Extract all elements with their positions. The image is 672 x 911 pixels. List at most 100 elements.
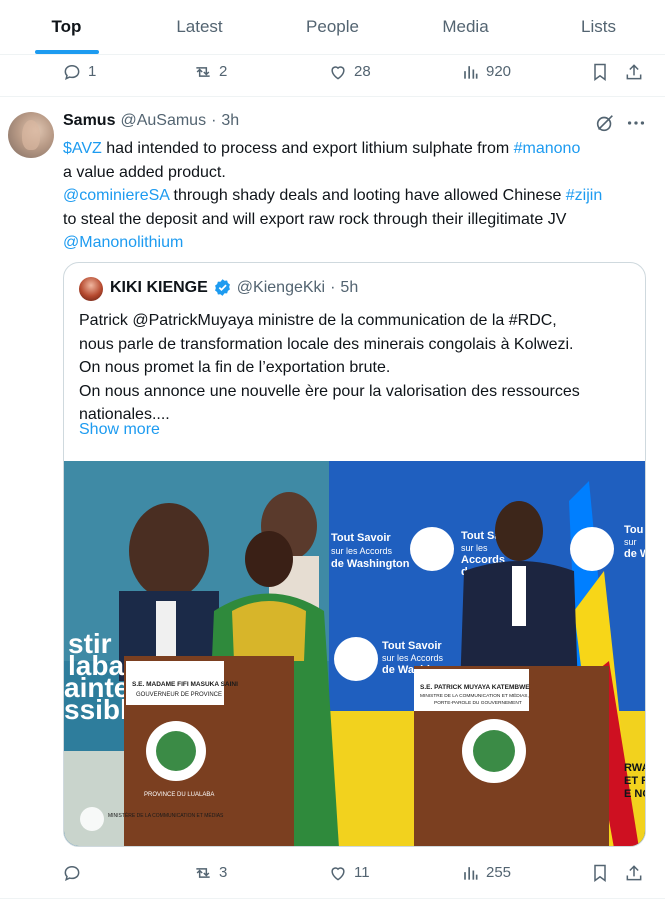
author-name[interactable]: Samus bbox=[63, 112, 115, 130]
tweet-text: $AVZ had intended to process and export … bbox=[63, 137, 653, 255]
prev-bookmark-button[interactable] bbox=[590, 62, 610, 82]
more-options-icon[interactable] bbox=[625, 112, 647, 134]
banner-text: Tout Savoir bbox=[382, 640, 442, 652]
show-more-link[interactable]: Show more bbox=[79, 421, 160, 439]
quoted-time[interactable]: 5h bbox=[340, 279, 358, 297]
quoted-header: KIKI KIENGE @KiengeKki · 5h bbox=[110, 278, 358, 297]
views-button[interactable]: 255 bbox=[460, 863, 511, 883]
prev-like-count: 28 bbox=[354, 63, 371, 80]
podium-left-label: GOUVERNEUR DE PROVINCE bbox=[136, 692, 222, 698]
bookmark-icon bbox=[594, 864, 606, 882]
views-icon bbox=[464, 867, 478, 880]
right-edge-text: E NOU bbox=[624, 788, 646, 800]
reply-button[interactable] bbox=[62, 863, 88, 883]
quoted-text-line: Patrick @PatrickMuyaya ministre de la co… bbox=[79, 312, 557, 329]
banner-text: Tout Savoir bbox=[331, 532, 391, 544]
header-separator: · bbox=[211, 112, 217, 129]
tweet-text-line3: through shady deals and looting have all… bbox=[169, 187, 566, 204]
prev-reply-button[interactable]: 1 bbox=[62, 62, 96, 82]
quoted-author-avatar[interactable] bbox=[79, 277, 103, 301]
press-conference-photo: stir laba ainte ssible Tout Savoir sur l… bbox=[64, 461, 646, 846]
tweet-text-line2: a value added product. bbox=[63, 163, 226, 181]
repost-button[interactable]: 3 bbox=[193, 863, 227, 883]
banner-text: Tou bbox=[624, 524, 643, 536]
share-icon bbox=[626, 865, 642, 881]
quoted-separator: · bbox=[330, 278, 336, 296]
repost-icon bbox=[196, 868, 210, 878]
tab-lists[interactable]: Lists bbox=[532, 0, 665, 54]
podium-left-label: S.E. MADAME FIFI MASUKA SAINI bbox=[132, 681, 238, 688]
repost-count: 3 bbox=[219, 864, 228, 881]
timeline-tabs: Top Latest People Media Lists bbox=[0, 0, 665, 55]
prev-share-button[interactable] bbox=[624, 62, 644, 82]
prev-repost-button[interactable]: 2 bbox=[193, 62, 227, 82]
tab-people[interactable]: People bbox=[266, 0, 399, 54]
prev-tweet-actions: 1 2 28 920 bbox=[62, 61, 652, 83]
banner-text: de W bbox=[624, 548, 646, 560]
quoted-author-name[interactable]: KIKI KIENGE bbox=[110, 279, 208, 297]
mention-cominieresa[interactable]: @cominiereSA bbox=[63, 187, 169, 204]
author-handle[interactable]: @AuSamus bbox=[120, 112, 206, 130]
podium-right-label: PORTE-PAROLE DU GOUVERNEMENT bbox=[434, 700, 522, 706]
share-button[interactable] bbox=[624, 863, 644, 883]
like-count: 11 bbox=[354, 864, 370, 881]
reply-icon bbox=[64, 64, 80, 81]
tweet-header: Samus @AuSamus · 3h bbox=[63, 112, 239, 130]
cashtag-avz[interactable]: $AVZ bbox=[63, 140, 102, 157]
prev-like-button[interactable]: 28 bbox=[328, 62, 371, 82]
bookmark-button[interactable] bbox=[590, 863, 610, 883]
hashtag-zijin[interactable]: #zijin bbox=[566, 187, 602, 204]
quoted-text-line: On nous promet la fin de l’exportation b… bbox=[79, 359, 391, 376]
seal-text: PROVINCE DU LUALABA bbox=[144, 792, 214, 798]
verified-badge-icon bbox=[214, 279, 230, 296]
banner-text: sur les bbox=[461, 543, 488, 553]
quoted-tweet[interactable]: KIKI KIENGE @KiengeKki · 5h Patrick @Pat… bbox=[63, 262, 646, 847]
prev-views-count: 920 bbox=[486, 63, 512, 80]
mention-manonolithium[interactable]: @Manonolithium bbox=[63, 234, 183, 251]
share-icon bbox=[626, 64, 642, 80]
tab-people-label: People bbox=[306, 17, 359, 36]
banner-text: sur les Accords bbox=[331, 546, 393, 556]
prev-repost-count: 2 bbox=[219, 63, 228, 80]
author-avatar[interactable] bbox=[8, 112, 54, 158]
grok-icon[interactable] bbox=[594, 112, 616, 134]
right-edge-text: RWA bbox=[624, 762, 646, 774]
tab-top[interactable]: Top bbox=[0, 0, 133, 54]
views-icon bbox=[464, 66, 478, 79]
tab-media[interactable]: Media bbox=[399, 0, 532, 54]
heart-icon bbox=[331, 867, 345, 881]
podium-right-label: MINISTRE DE LA COMMUNICATION ET MÉDIAS, bbox=[420, 692, 529, 699]
like-button[interactable]: 11 bbox=[328, 863, 370, 883]
tweet-actions: 3 11 255 bbox=[62, 862, 652, 884]
tweet-time[interactable]: 3h bbox=[221, 112, 239, 130]
tweet-text-line1: had intended to process and export lithi… bbox=[101, 140, 514, 157]
quoted-author-handle[interactable]: @KiengeKki bbox=[237, 279, 325, 297]
quoted-text: Patrick @PatrickMuyaya ministre de la co… bbox=[79, 309, 634, 427]
tab-media-label: Media bbox=[442, 17, 489, 36]
banner-text: sur les Accords bbox=[382, 653, 444, 663]
banner-text: sur bbox=[624, 537, 637, 547]
prev-reply-count: 1 bbox=[88, 63, 97, 80]
active-tab-indicator bbox=[34, 50, 99, 54]
quoted-text-line: nous parle de transformation locale des … bbox=[79, 335, 574, 353]
quoted-text-line: nationales.... bbox=[79, 406, 170, 423]
quoted-text-line: On nous annonce une nouvelle ère pour la… bbox=[79, 382, 580, 400]
bookmark-icon bbox=[594, 63, 606, 81]
right-edge-text: ET RÉ bbox=[624, 774, 646, 787]
quoted-photo[interactable]: stir laba ainte ssible Tout Savoir sur l… bbox=[64, 461, 646, 846]
tweet-text-line4: to steal the deposit and will export raw… bbox=[63, 210, 567, 228]
heart-icon bbox=[331, 66, 345, 80]
views-count: 255 bbox=[486, 864, 512, 881]
tab-top-label: Top bbox=[51, 17, 82, 36]
repost-icon bbox=[196, 67, 210, 77]
tweet-divider bbox=[0, 898, 665, 899]
ministry-logo-text: MINISTÈRE DE LA COMMUNICATION ET MÉDIAS bbox=[108, 812, 224, 819]
banner-text: de Washington bbox=[331, 558, 410, 570]
tab-lists-label: Lists bbox=[581, 17, 616, 36]
podium-right-label: S.E. PATRICK MUYAYA KATEMBWE bbox=[420, 684, 530, 691]
tab-latest[interactable]: Latest bbox=[133, 0, 266, 54]
reply-icon bbox=[64, 865, 80, 882]
tab-latest-label: Latest bbox=[176, 17, 223, 36]
prev-views-button[interactable]: 920 bbox=[460, 62, 511, 82]
hashtag-manono[interactable]: #manono bbox=[514, 140, 581, 157]
